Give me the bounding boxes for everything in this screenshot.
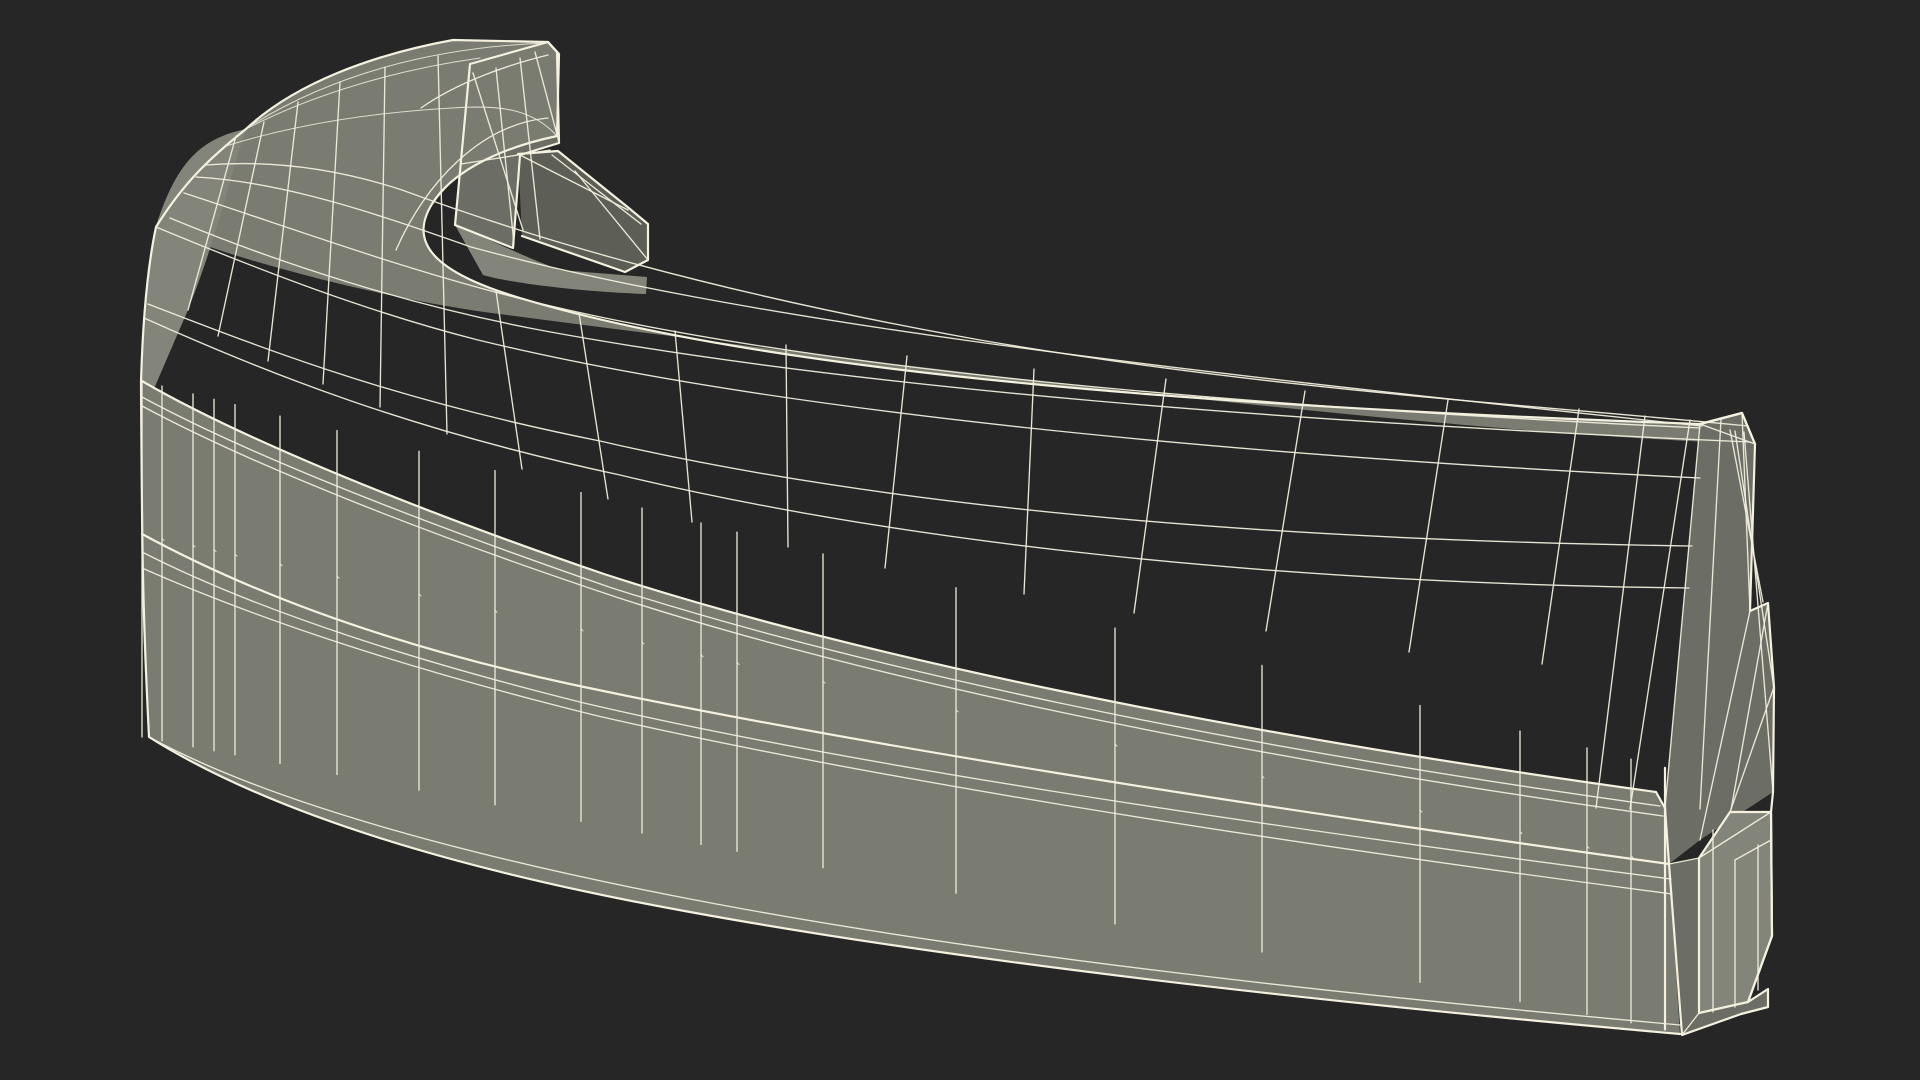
wireframe-viewport [0, 0, 1920, 1080]
top-radial-line [1133, 378, 1167, 614]
left-end-face [141, 129, 246, 414]
top-radial-line [785, 344, 789, 548]
top-curved-face [156, 40, 1755, 444]
top-radial-line [1408, 399, 1449, 653]
top-radial-line [1541, 408, 1580, 665]
top-radial-line [1265, 390, 1306, 632]
top-radial-line [1023, 368, 1035, 595]
right-end-upper-face [1665, 413, 1774, 864]
top-radial-line [674, 330, 693, 523]
top-radial-line [884, 355, 908, 569]
top-radial-line [1595, 415, 1646, 809]
wireframe-model-render [139, 38, 1776, 1037]
top-radial-line [495, 290, 523, 470]
